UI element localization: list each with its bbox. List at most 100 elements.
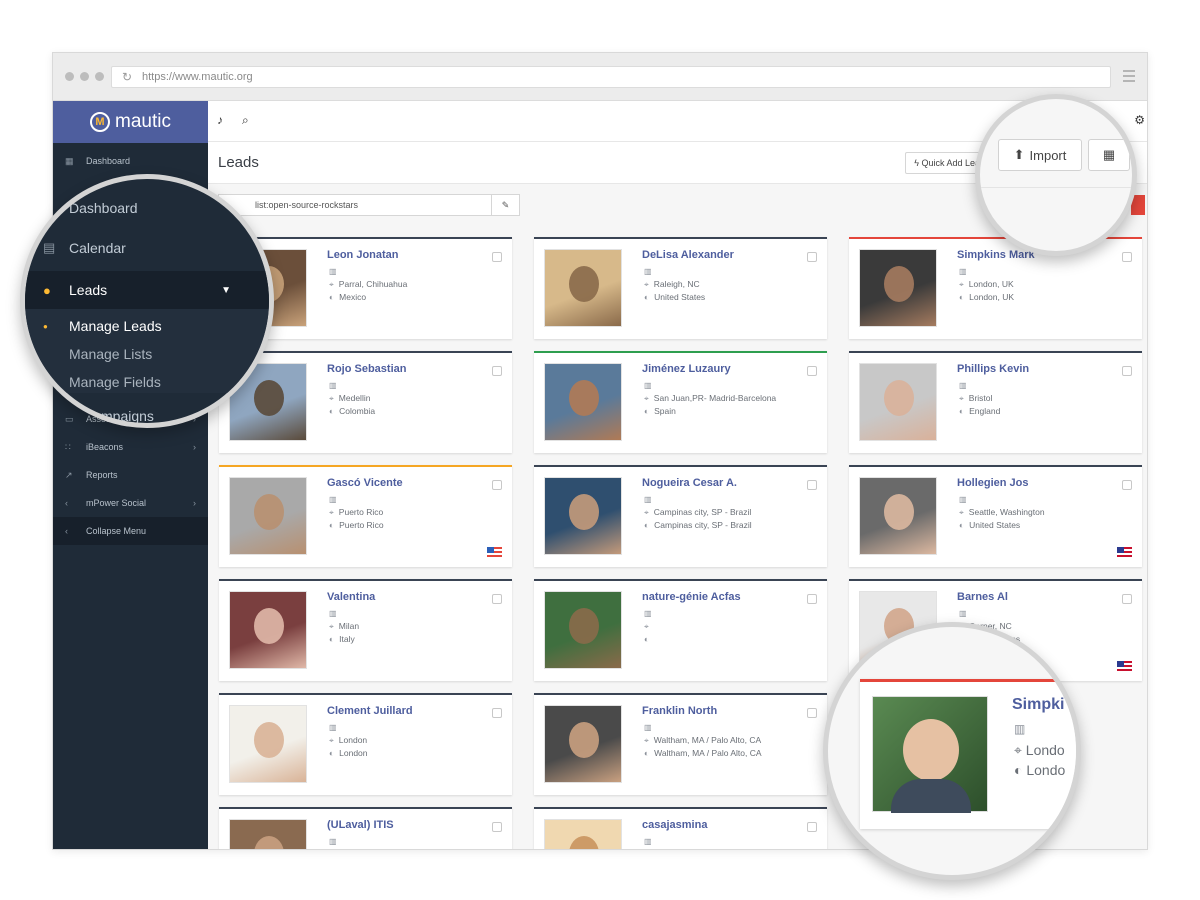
lead-card[interactable]: DeLisa Alexander ▥ ⌖ Raleigh, NC ◐ United Sta… — [534, 237, 827, 339]
lead-name[interactable]: DeLisa Alexander — [642, 249, 734, 261]
lead-photo — [859, 477, 937, 555]
lead-card[interactable]: casajasmina ▥ — [534, 807, 827, 849]
mag-item-leads[interactable]: ● Leads ▼ — [25, 271, 269, 309]
lead-card[interactable]: Phillips Kevin ▥ ⌖ Bristol ◐ England — [849, 351, 1142, 453]
reload-icon[interactable]: ↻ — [122, 67, 132, 87]
building-icon: ▥ — [329, 267, 337, 276]
import-button[interactable]: ⬆ Import — [998, 139, 1082, 171]
submenu-manage-leads[interactable]: ● Manage Leads — [25, 314, 269, 338]
sidebar-item-dashboard[interactable]: ▦ Dashboard — [53, 147, 208, 175]
submenu-manage-fields[interactable]: Manage Fields — [25, 370, 269, 394]
lead-select-checkbox[interactable] — [807, 366, 817, 376]
lead-name[interactable]: Jiménez Luzaury — [642, 363, 731, 375]
lead-select-checkbox[interactable] — [492, 366, 502, 376]
lead-card[interactable]: Nogueira Cesar A. ▥ ⌖ Campinas city, SP - B… — [534, 465, 827, 567]
logo-text: mautic — [115, 111, 171, 132]
eraser-icon[interactable]: ✎ — [491, 195, 519, 215]
gear-icon[interactable]: ⚙ — [1134, 113, 1145, 127]
lead-country: ◐ Mexico — [329, 292, 367, 302]
lead-card[interactable]: Clement Juillard ▥ ⌖ London ◐ London — [219, 693, 512, 795]
building-icon: ▥ — [644, 495, 652, 504]
lead-name[interactable]: Simpkins Mark — [957, 249, 1035, 261]
lead-card[interactable]: Franklin North ▥ ⌖ Waltham, MA / Palo Alto,… — [534, 693, 827, 795]
lead-select-checkbox[interactable] — [492, 252, 502, 262]
globe-icon: ◐ — [329, 634, 335, 644]
lead-photo — [229, 819, 307, 849]
search-icon[interactable]: ⌕ — [242, 113, 249, 128]
lead-name[interactable]: Leon Jonatan — [327, 249, 399, 261]
building-icon: ▥ — [959, 381, 967, 390]
map-pin-icon: ⌖ — [959, 393, 964, 403]
sidebar-item-reports[interactable]: ↗ Reports — [53, 461, 208, 489]
lead-name[interactable]: Nogueira Cesar A. — [642, 477, 737, 489]
lead-select-checkbox[interactable] — [1122, 594, 1132, 604]
us-flag-icon — [1117, 661, 1132, 671]
lead-name[interactable]: nature-génie Acfas — [642, 591, 741, 603]
app-logo[interactable]: M mautic — [53, 101, 208, 143]
lead-card[interactable]: Jiménez Luzaury ▥ ⌖ San Juan,PR- Madrid-Bar… — [534, 351, 827, 453]
mag-item-dashboard[interactable]: Dashboard — [25, 195, 269, 221]
lead-name[interactable]: Rojo Sebastian — [327, 363, 406, 375]
map-pin-icon: ⌖ — [329, 279, 334, 289]
lead-card[interactable]: Hollegien Jos ▥ ⌖ Seattle, Washington ◐ Unite… — [849, 465, 1142, 567]
building-icon: ▥ — [329, 609, 337, 618]
calendar-icon: ▤ — [43, 240, 56, 255]
leads-submenu: ● Manage Leads Manage Lists Manage Fields — [25, 309, 269, 393]
lead-select-checkbox[interactable] — [807, 708, 817, 718]
map-pin-icon: ⌖ — [959, 507, 964, 517]
mag-item-calendar[interactable]: ▤ Calendar — [25, 235, 269, 261]
lead-location: ⌖ London — [329, 735, 368, 745]
lead-country: ◐United States — [959, 520, 1021, 530]
zoomed-lead-card[interactable]: Simpki ▥ ⌖ Londo ◐ Londo — [860, 679, 1076, 829]
lead-name[interactable]: Valentina — [327, 591, 375, 603]
browser-menu-icon[interactable] — [1123, 70, 1135, 85]
lead-name[interactable]: casajasmina — [642, 819, 707, 831]
lead-photo — [544, 363, 622, 441]
building-icon: ▥ — [329, 381, 337, 390]
lead-select-checkbox[interactable] — [492, 594, 502, 604]
lead-name[interactable]: Gascó Vicente — [327, 477, 403, 489]
lead-select-checkbox[interactable] — [1122, 366, 1132, 376]
lead-name[interactable]: Hollegien Jos — [957, 477, 1029, 489]
building-icon: ▥ — [959, 609, 967, 618]
lead-select-checkbox[interactable] — [807, 480, 817, 490]
table-icon: ▦ — [1102, 147, 1116, 162]
collapse-menu-button[interactable]: ‹ Collapse Menu — [53, 517, 208, 545]
lead-country: ◐ Italy — [329, 634, 355, 644]
lead-select-checkbox[interactable] — [807, 822, 817, 832]
lead-location: ⌖ Milan — [329, 621, 360, 631]
building-icon: ▥ — [644, 837, 652, 846]
lead-select-checkbox[interactable] — [1122, 480, 1132, 490]
lead-name[interactable]: Barnes Al — [957, 591, 1008, 603]
lead-photo — [229, 705, 307, 783]
lead-card[interactable]: nature-génie Acfas ▥ ⌖ ◐ — [534, 579, 827, 681]
bell-icon[interactable]: ♪ — [217, 113, 223, 127]
submenu-manage-lists[interactable]: Manage Lists — [25, 342, 269, 366]
lead-select-checkbox[interactable] — [807, 594, 817, 604]
lead-photo — [859, 249, 937, 327]
building-icon: ▥ — [644, 723, 652, 732]
lead-card[interactable]: (ULaval) ITIS ▥ — [219, 807, 512, 849]
lead-name[interactable]: Simpki — [1012, 696, 1064, 714]
lead-card[interactable]: Valentina ▥ ⌖ Milan ◐ Italy — [219, 579, 512, 681]
lead-select-checkbox[interactable] — [807, 252, 817, 262]
lead-card[interactable]: Simpkins Mark ▥ ⌖ London, UK ◐ London, UK — [849, 237, 1142, 339]
address-bar[interactable]: ↻ https://www.mautic.org — [111, 66, 1111, 88]
lead-select-checkbox[interactable] — [492, 480, 502, 490]
lead-name[interactable]: Clement Juillard — [327, 705, 413, 717]
map-pin-icon: ⌖ — [644, 393, 649, 403]
mautic-logo-icon: M — [90, 112, 111, 132]
lead-card[interactable]: Gascó Vicente ▥ ⌖ Puerto Rico ◐ Puerto Rico — [219, 465, 512, 567]
lead-name[interactable]: Franklin North — [642, 705, 717, 717]
lead-name[interactable]: (ULaval) ITIS — [327, 819, 394, 831]
sidebar-item-mpower-social[interactable]: ‹ mPower Social › — [53, 489, 208, 517]
lead-select-checkbox[interactable] — [492, 708, 502, 718]
lead-name[interactable]: Phillips Kevin — [957, 363, 1029, 375]
lead-select-checkbox[interactable] — [492, 822, 502, 832]
sidebar-item-ibeacons[interactable]: ∷ iBeacons › — [53, 433, 208, 461]
lead-select-checkbox[interactable] — [1122, 252, 1132, 262]
table-view-button[interactable]: ▦ — [1088, 139, 1130, 171]
building-icon: ▥ — [1014, 722, 1026, 736]
lead-photo — [544, 819, 622, 849]
lead-location: ⌖ London, UK — [959, 279, 1014, 289]
